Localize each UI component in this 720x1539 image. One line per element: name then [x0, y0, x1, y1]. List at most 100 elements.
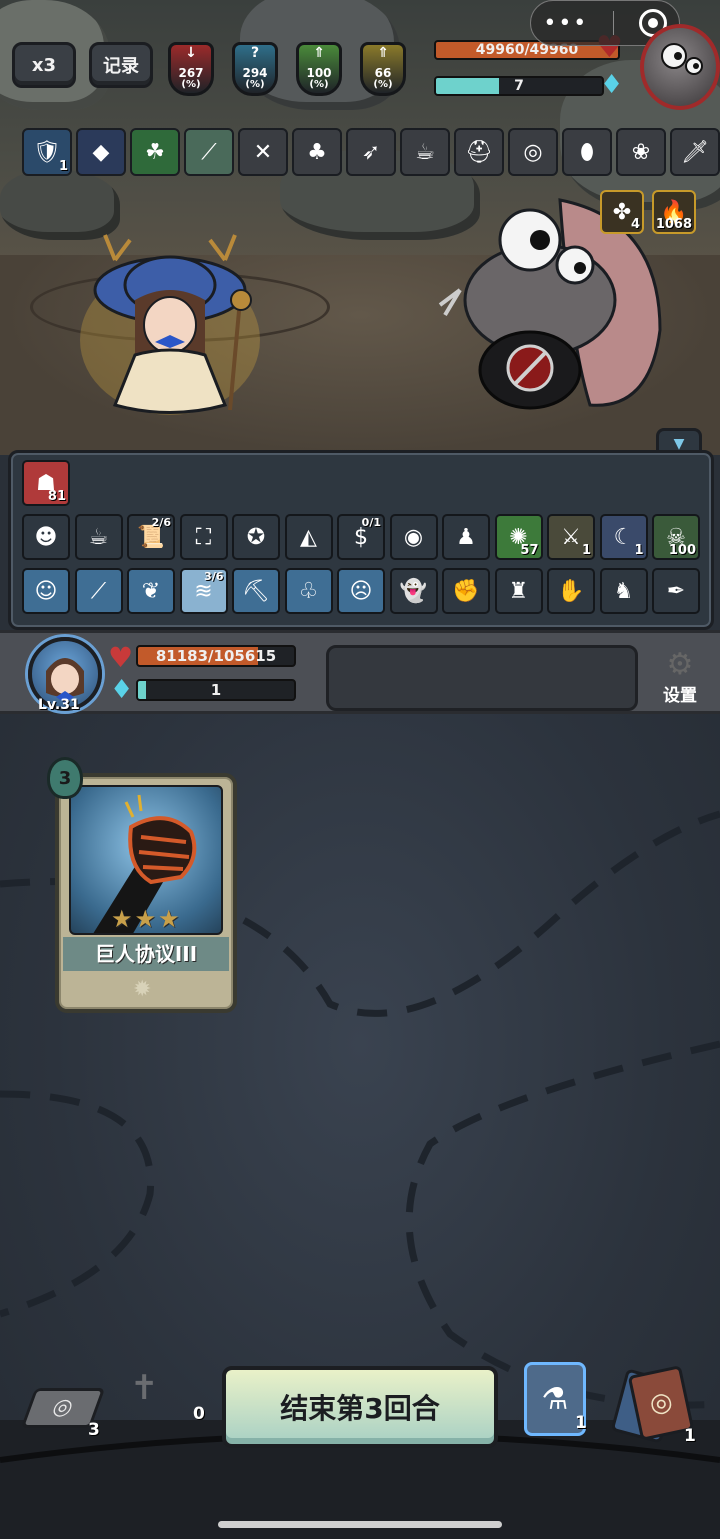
beast-head-icon: ♞ — [613, 578, 634, 604]
pickaxe-rune-icon: ⛏ — [242, 578, 270, 604]
leaf-rune-icon: ❦ — [141, 578, 161, 604]
green-goblin-icon: ☘ — [145, 139, 165, 165]
relic-slot[interactable]: 🗡 — [670, 128, 720, 176]
inventory-item-count: 57 — [520, 543, 539, 558]
power-up-icon: ⇑ — [377, 45, 389, 61]
inventory-item[interactable]: ☻ — [22, 514, 70, 560]
draw-pile-count: 3 — [88, 1420, 100, 1440]
battle-scene: x3 记录 ↓ 267 (%)? 294 (%) ⇑ 100 (%) ⇑ 66 (%) 49960/… — [0, 0, 720, 455]
egg-icon: ⬮ — [580, 139, 594, 165]
relic-slot[interactable]: ⟋ — [184, 128, 234, 176]
inventory-item[interactable]: ☺ — [22, 568, 70, 614]
sword-icon: ⚔ — [561, 524, 581, 550]
enemy-portrait[interactable] — [640, 24, 720, 110]
inventory-item[interactable]: ♧ — [284, 568, 333, 614]
attack-down-icon: ↓ — [185, 45, 197, 61]
moon-swirl-icon: ☾ — [613, 524, 634, 550]
enemy-stat-3[interactable]: ⇑ 66 (%) — [360, 42, 406, 96]
featured-strength-item[interactable]: ☗ 81 — [22, 460, 70, 506]
enemy-stat-1[interactable]: ? 294 (%) — [232, 42, 278, 96]
inventory-item[interactable]: ☾ 1 — [599, 514, 648, 560]
relic-slot[interactable]: ⛑ — [454, 128, 504, 176]
relic-slot[interactable]: ◆ — [76, 128, 126, 176]
gear-icon: ⚙ — [666, 647, 694, 682]
enemy-stat-pct: (%) — [373, 79, 393, 90]
heart-icon: ♥ — [108, 641, 134, 674]
glove-icon: ✋ — [557, 578, 585, 604]
tarot-card-icon: ✪ — [246, 524, 266, 550]
relic-slot[interactable]: ❀ — [616, 128, 666, 176]
enemy-buff-slot[interactable]: 🔥 1068 — [652, 190, 696, 234]
inventory-item[interactable]: ⛶ — [179, 514, 228, 560]
inventory-item[interactable]: ◉ — [389, 514, 438, 560]
energy-flame-icon: ♦ — [600, 70, 624, 100]
player-energy-bar: 1 — [136, 679, 296, 701]
inventory-item[interactable]: ✊ — [442, 568, 490, 614]
enemy-stat-pct: (%) — [181, 79, 201, 90]
inventory-item[interactable]: ⟋ — [74, 568, 123, 614]
relic-slot[interactable]: ◎ — [508, 128, 558, 176]
grave-icon[interactable]: ✝ — [130, 1368, 159, 1408]
inventory-item[interactable]: ♜ — [494, 568, 543, 614]
potion-icon: ⚗ — [541, 1381, 569, 1417]
relic-slot[interactable]: ♣ — [292, 128, 342, 176]
defense-up-icon: ⇑ — [313, 45, 325, 61]
end-turn-label: 结束第3回合 — [280, 1392, 440, 1425]
speed-label: x3 — [31, 54, 57, 76]
enemy-stat-2[interactable]: ⇑ 100 (%) — [296, 42, 342, 96]
player-character-sprite[interactable] — [75, 230, 265, 420]
star-icon: ★ — [158, 905, 180, 933]
inventory-item-count: 1 — [634, 543, 644, 558]
inventory-item[interactable]: ◭ — [284, 514, 333, 560]
relic-slot[interactable]: ☕ — [400, 128, 450, 176]
settings-button[interactable]: ⚙ 设置 — [650, 649, 710, 713]
enemy-energy-text: 7 — [514, 78, 524, 94]
inventory-item[interactable]: ⚔ 1 — [547, 514, 595, 560]
crit-icon: ? — [250, 45, 260, 61]
inventory-item[interactable]: ✒ — [652, 568, 700, 614]
relic-slot[interactable]: ✕ — [238, 128, 288, 176]
inventory-item[interactable]: ☕ — [74, 514, 123, 560]
inventory-item[interactable]: ❦ — [127, 568, 175, 614]
inventory-item[interactable]: ✪ — [232, 514, 280, 560]
relic-slot[interactable]: ☘ — [130, 128, 180, 176]
record-button[interactable]: 记录 — [89, 42, 153, 88]
inventory-item[interactable]: ♟ — [442, 514, 490, 560]
inventory-item[interactable]: ☠ 100 — [652, 514, 700, 560]
relic-slot[interactable]: ⬮ — [562, 128, 612, 176]
feather-blade-icon: ⟋ — [201, 139, 217, 165]
player-hp-bar: 81183/105615 — [136, 645, 296, 667]
end-turn-button[interactable]: 结束第3回合 — [222, 1366, 498, 1448]
speed-button[interactable]: x3 — [12, 42, 76, 88]
menu-divider — [612, 11, 614, 35]
enemy-stat-0[interactable]: ↓ 267 (%) — [168, 42, 214, 96]
card-cost: 3 — [58, 767, 72, 789]
enemy-buff-slot[interactable]: ✤ 4 — [600, 190, 644, 234]
inventory-item[interactable]: ⛏ — [232, 568, 280, 614]
relic-bar: 🛡 1 ◆ ☘ ⟋ ✕ ♣ ➶ ☕ ⛑ ◎ ⬮ ❀ 🗡 — [22, 128, 720, 176]
relic-slot[interactable]: 🛡 1 — [22, 128, 72, 176]
inventory-item[interactable]: 📜 2/6 — [127, 514, 175, 560]
inventory-item[interactable]: ✺ 57 — [494, 514, 543, 560]
player-level: Lv.31 — [38, 697, 80, 713]
inventory-item[interactable]: ☹ — [337, 568, 385, 614]
star-icon: ★ — [134, 905, 157, 933]
inventory-item-count: 100 — [668, 543, 696, 558]
hand-card[interactable]: ★ ★ ★ 巨人协议III ✹ — [55, 773, 237, 1013]
relic-slot[interactable]: ➶ — [346, 128, 396, 176]
owl-icon: ☻ — [34, 524, 58, 550]
rice-ball-icon: ◭ — [300, 524, 317, 550]
energy-flame-icon: ♦ — [110, 675, 134, 705]
inventory-item[interactable]: 👻 — [389, 568, 438, 614]
inventory-item[interactable]: ✋ — [547, 568, 595, 614]
inventory-item[interactable]: $0/1 — [337, 514, 385, 560]
golden-horn-icon: ➶ — [361, 139, 381, 165]
armor-icon: ♜ — [508, 578, 529, 604]
inventory-item[interactable]: ♞ — [599, 568, 648, 614]
enemy-stat-pct: (%) — [309, 79, 329, 90]
inventory-item[interactable]: ≋ 3/6 — [179, 568, 228, 614]
exhaust-pile-count: 1 — [684, 1426, 696, 1446]
more-dots-icon[interactable]: ••• — [543, 11, 588, 36]
player-energy-text: 1 — [210, 681, 222, 699]
enemy-buff-count: 1068 — [655, 217, 692, 232]
